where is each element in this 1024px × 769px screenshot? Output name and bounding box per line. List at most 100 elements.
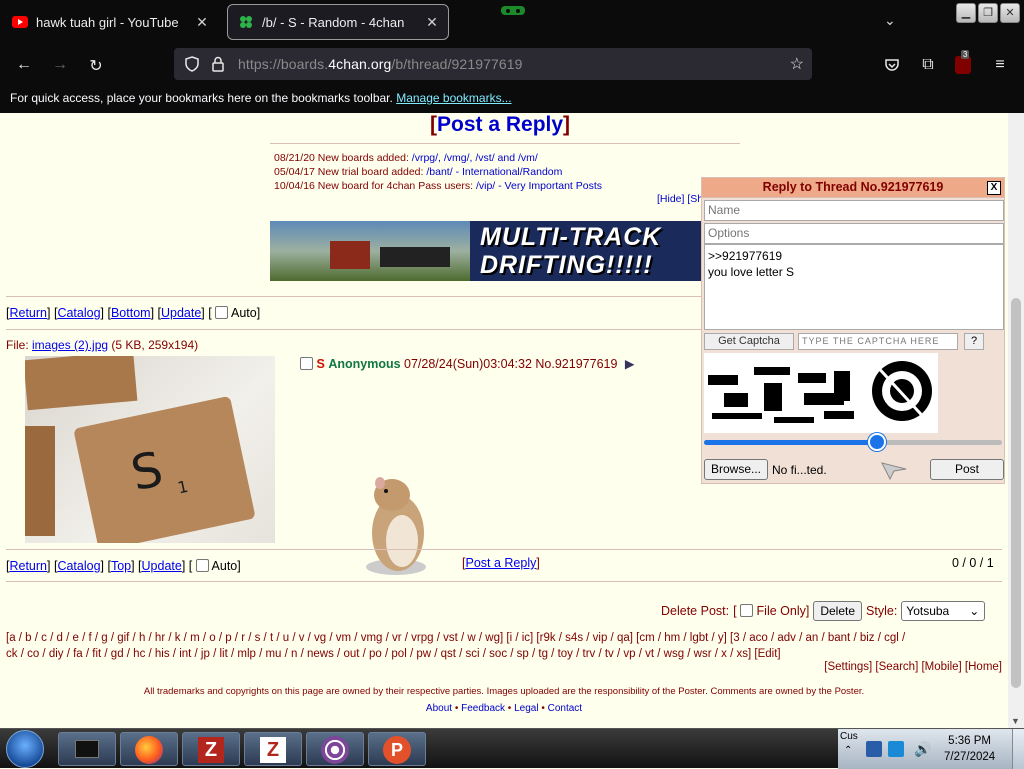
legal-link[interactable]: Legal: [514, 703, 538, 714]
tab-youtube[interactable]: hawk tuah girl - YouTube ✕: [6, 4, 218, 40]
4chan-clover-icon: [240, 16, 252, 28]
return-link[interactable]: Return: [9, 306, 47, 320]
browse-button[interactable]: Browse...: [704, 459, 768, 480]
banner-text: MULTI-TRACK DRIFTING!!!!!: [480, 223, 662, 279]
back-arrow-icon[interactable]: ←: [14, 56, 34, 74]
slider-thumb[interactable]: [867, 433, 886, 451]
tor-app[interactable]: [306, 732, 364, 766]
captcha-slider[interactable]: [704, 433, 1002, 451]
captcha-image: [704, 353, 938, 433]
bottom-post-reply: [Post a Reply]: [462, 556, 540, 570]
minimize-button[interactable]: ▁: [956, 3, 976, 23]
show-hidden-icons-icon[interactable]: ⌃: [844, 745, 852, 756]
network-icon[interactable]: [866, 741, 882, 757]
bookmarks-hint: For quick access, place your bookmarks h…: [10, 91, 393, 105]
terminal-app[interactable]: [58, 732, 116, 766]
tab-4chan[interactable]: /b/ - S - Random - 4chan ✕: [227, 4, 449, 40]
post-image-thumbnail[interactable]: S 1: [23, 350, 275, 551]
captcha-input[interactable]: TYPE THE CAPTCHA HERE: [798, 333, 958, 350]
feedback-link[interactable]: Feedback: [461, 703, 505, 714]
clock-date: 7/27/2024: [944, 751, 996, 763]
no-file-label: No fi...ted.: [772, 463, 827, 477]
top-link[interactable]: Top: [111, 559, 131, 573]
scrollbar-thumb[interactable]: [1011, 298, 1021, 688]
reload-icon[interactable]: ↻: [86, 56, 106, 76]
private-browsing-icon: [501, 6, 525, 15]
options-field[interactable]: Options: [704, 223, 1004, 244]
post-reply-link[interactable]: Post a Reply: [465, 556, 536, 570]
firefox-app[interactable]: [120, 732, 178, 766]
tray-label: Cus: [840, 731, 858, 742]
filezilla-app-2[interactable]: Z: [244, 732, 302, 766]
post-button[interactable]: Post: [930, 459, 1004, 480]
post-number-link[interactable]: No.921977619: [535, 357, 617, 371]
filezilla-app[interactable]: Z: [182, 732, 240, 766]
forward-arrow-icon[interactable]: →: [50, 56, 70, 74]
shield-icon[interactable]: [184, 56, 200, 72]
close-window-button[interactable]: ✕: [1000, 3, 1020, 23]
captcha-help-button[interactable]: ?: [964, 333, 984, 350]
psiphon-app[interactable]: P: [368, 732, 426, 766]
app-tray-icon[interactable]: [888, 741, 904, 757]
show-desktop-button[interactable]: [1012, 729, 1024, 769]
pocket-icon[interactable]: [884, 57, 900, 73]
post-select-checkbox[interactable]: [300, 357, 313, 370]
board-list-line[interactable]: ck / co / diy / fa / fit / gd / hc / his…: [6, 647, 1002, 663]
name-field[interactable]: Name: [704, 200, 1004, 221]
hamburger-menu-icon[interactable]: ≡: [990, 56, 1010, 74]
reply-image-poster-counts: 0 / 0 / 1: [952, 556, 994, 570]
chevron-down-icon: ⌄: [969, 604, 980, 618]
footer-links: About • Feedback • Legal • Contact: [425, 703, 583, 714]
file-link[interactable]: images (2).jpg: [32, 338, 108, 352]
catalog-link[interactable]: Catalog: [57, 559, 100, 573]
restore-button[interactable]: ❐: [978, 3, 998, 23]
quick-reply-header[interactable]: Reply to Thread No.921977619 X: [702, 178, 1004, 198]
auto-update-checkbox[interactable]: [215, 306, 229, 319]
bottom-link[interactable]: Bottom: [111, 306, 151, 320]
post-subject: S: [316, 357, 325, 371]
board-list-line[interactable]: [a / b / c / d / e / f / g / gif / h / h…: [6, 631, 1002, 647]
update-link[interactable]: Update: [142, 559, 182, 573]
volume-icon[interactable]: 🔊: [914, 741, 931, 758]
banner-ad[interactable]: MULTI-TRACK DRIFTING!!!!!: [270, 221, 702, 281]
return-link[interactable]: Return: [9, 559, 47, 573]
comment-textarea[interactable]: >>921977619 you love letter S: [704, 244, 1004, 330]
post-datetime: 07/28/24(Sun)03:04:32: [404, 357, 532, 371]
start-button[interactable]: [6, 730, 44, 768]
close-tab-icon[interactable]: ✕: [192, 14, 212, 31]
news-item: 08/21/20 New boards added: /vrpg/, /vmg/…: [274, 152, 538, 164]
news-hide-link[interactable]: [Hide] [Sh: [657, 193, 703, 205]
scroll-down-arrow-icon[interactable]: ▼: [1011, 716, 1020, 726]
delete-button[interactable]: Delete: [813, 601, 863, 621]
youtube-icon: [12, 16, 28, 28]
close-tab-icon[interactable]: ✕: [422, 14, 442, 31]
quick-reply-title: Reply to Thread No.921977619: [762, 180, 944, 194]
windows-taskbar: Z Z P Cus ⌃ 🔊 5:36 PM 7/27/2024: [0, 728, 1024, 769]
bookmark-star-icon[interactable]: ☆: [790, 54, 804, 74]
post-menu-arrow-icon[interactable]: ▶: [625, 357, 635, 371]
contact-link[interactable]: Contact: [548, 703, 582, 714]
catalog-link[interactable]: Catalog: [57, 306, 100, 320]
board-list-right-links[interactable]: [Settings] [Search] [Mobile] [Home]: [824, 661, 1002, 673]
update-link[interactable]: Update: [161, 306, 201, 320]
page-scrollbar[interactable]: ▼: [1008, 113, 1024, 728]
url-text: https://boards.4chan.org/b/thread/921977…: [238, 56, 523, 72]
delete-post-bar: Delete Post: [ File Only] Delete Style: …: [661, 601, 986, 621]
ublock-icon[interactable]: 3: [955, 50, 971, 74]
post-reply-heading: [Post a Reply]: [430, 113, 571, 136]
list-tabs-chevron-icon[interactable]: ⌄: [884, 12, 896, 29]
lock-icon[interactable]: [211, 56, 225, 72]
style-select[interactable]: Yotsuba ⌄: [901, 601, 986, 621]
extensions-puzzle-icon[interactable]: ⧉: [918, 56, 938, 74]
hamster-mascot-image: [366, 477, 426, 575]
get-captcha-button[interactable]: Get Captcha: [704, 333, 794, 350]
file-only-checkbox[interactable]: [740, 604, 754, 617]
close-icon[interactable]: X: [987, 181, 1001, 195]
news-item: 10/04/16 New board for 4chan Pass users:…: [274, 180, 603, 192]
taskbar-clock[interactable]: 5:36 PM 7/27/2024: [944, 733, 995, 765]
post-reply-link[interactable]: Post a Reply: [437, 113, 563, 136]
address-bar[interactable]: https://boards.4chan.org/b/thread/921977…: [174, 48, 812, 80]
manage-bookmarks-link[interactable]: Manage bookmarks...: [396, 91, 511, 105]
auto-update-checkbox[interactable]: [195, 559, 209, 572]
about-link[interactable]: About: [426, 703, 452, 714]
